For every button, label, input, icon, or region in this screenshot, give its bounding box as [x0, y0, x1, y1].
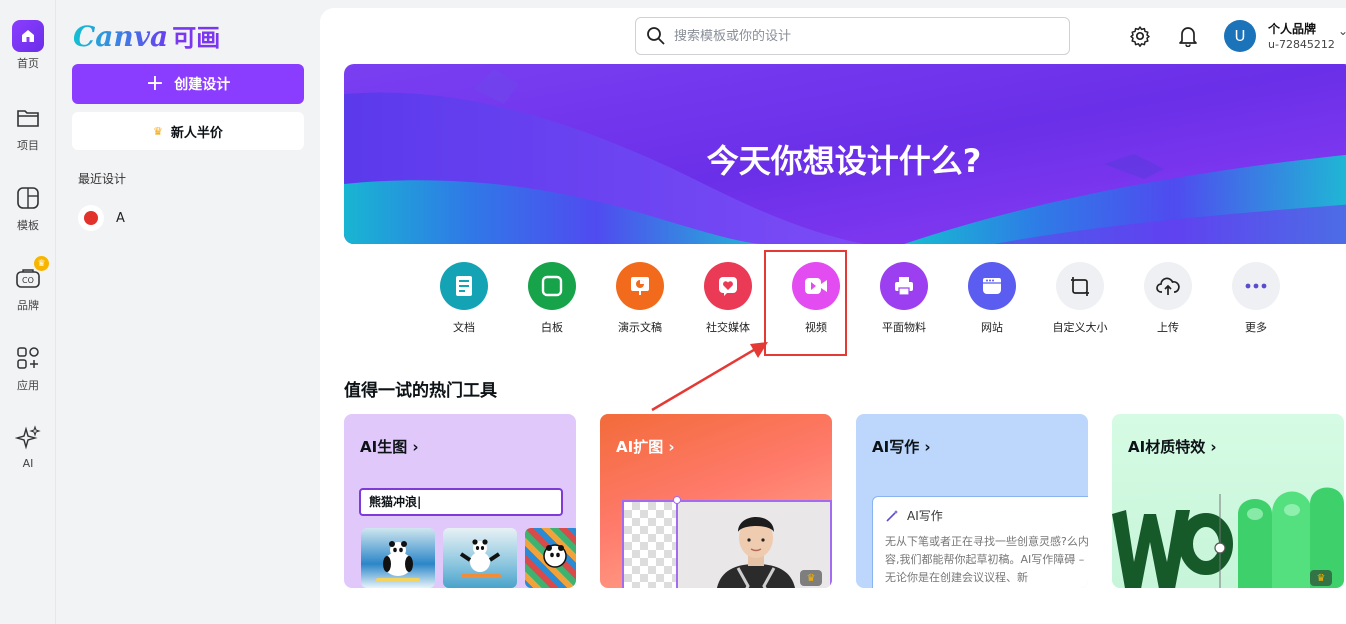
category-more[interactable]: 更多 [1212, 262, 1300, 335]
ai-writing-panel-title: AI写作 [885, 507, 943, 524]
ai-writing-panel-text: 无从下笔或者正在寻找一些创意灵感?么内容,我们都能帮你起草初稿。AI写作障碍 –… [885, 535, 1088, 584]
left-rail: 首页 项目 模板 CO ♛ 品牌 应用 AI [0, 0, 56, 624]
magic-wand-icon [886, 509, 898, 522]
rail-item-apps[interactable]: 应用 [0, 342, 56, 393]
rail-item-templates[interactable]: 模板 [0, 182, 56, 233]
panda-surf-thumbnail[interactable] [361, 528, 435, 588]
rail-label: AI [22, 457, 34, 470]
recent-design-label: A [116, 210, 125, 226]
whiteboard-icon [528, 262, 576, 310]
account-name[interactable]: 个人品牌 [1268, 20, 1316, 37]
section-title: 值得一试的热门工具 [344, 381, 497, 401]
category-social-media[interactable]: 社交媒体 [684, 262, 772, 335]
side-panel: Canva 可画 + 创建设计 ♛ 新人半价 最近设计 A [57, 0, 320, 624]
category-label: 平面物料 [882, 321, 926, 334]
svg-text:CO: CO [22, 276, 34, 285]
panda-stained-glass-thumbnail[interactable] [525, 528, 576, 588]
more-icon [1232, 262, 1280, 310]
ai-writing-panel: AI写作 无从下笔或者正在寻找一些创意灵感?么内容,我们都能帮你起草初稿。AI写… [872, 496, 1088, 588]
rail-label: 首页 [17, 57, 39, 70]
sparkle-icon [12, 422, 44, 454]
rail-item-brand[interactable]: CO ♛ 品牌 [0, 256, 56, 313]
print-icon [880, 262, 928, 310]
category-whiteboard[interactable]: 白板 [508, 262, 596, 335]
design-category-row: 文档 白板 演示文稿 社交媒体 视频 平面物料 网站 自定义大小 上传 更多 [420, 262, 1280, 342]
custom-size-icon [1056, 262, 1104, 310]
rail-label: 应用 [17, 379, 39, 392]
category-presentation[interactable]: 演示文稿 [596, 262, 684, 335]
category-custom-size[interactable]: 自定义大小 [1036, 262, 1124, 335]
search-bar[interactable] [635, 17, 1070, 55]
tool-card-ai-expand[interactable]: AI扩图 › ♛ [600, 414, 832, 588]
notification-bell-icon[interactable] [1175, 23, 1201, 49]
category-label: 自定义大小 [1052, 321, 1108, 334]
expand-canvas-area [622, 500, 676, 588]
folder-icon [12, 102, 44, 134]
website-icon [968, 262, 1016, 310]
crown-icon: ♛ [34, 256, 49, 271]
tool-card-ai-texture[interactable]: AI材质特效 › ♛ [1112, 414, 1344, 588]
recent-designs-title: 最近设计 [78, 172, 127, 186]
recent-design-item[interactable]: A [78, 205, 298, 231]
hero-banner: 今天你想设计什么? [344, 64, 1346, 244]
category-website[interactable]: 网站 [948, 262, 1036, 335]
settings-gear-icon[interactable] [1127, 23, 1153, 49]
presentation-icon [616, 262, 664, 310]
rail-label: 模板 [17, 219, 39, 232]
rail-item-ai[interactable]: AI [0, 422, 56, 470]
account-id: u-72845212 [1268, 38, 1335, 51]
annotation-arrow [651, 342, 768, 412]
rail-label: 品牌 [17, 299, 39, 312]
category-label: 文档 [453, 321, 475, 334]
search-input[interactable] [674, 28, 1054, 44]
ai-image-prompt-input[interactable]: 熊猫冲浪| [359, 488, 563, 516]
chevron-down-icon[interactable]: ⌄ [1338, 24, 1346, 38]
card-title: AI扩图 › [616, 438, 675, 456]
panda-surf-thumbnail[interactable] [443, 528, 517, 588]
category-label: 更多 [1245, 321, 1267, 334]
category-label: 网站 [981, 321, 1003, 334]
category-print[interactable]: 平面物料 [860, 262, 948, 335]
rail-item-projects[interactable]: 项目 [0, 102, 56, 153]
canva-logo[interactable]: Canva 可画 [73, 18, 220, 53]
tool-card-ai-writing[interactable]: AI写作 › AI写作 无从下笔或者正在寻找一些创意灵感?么内容,我们都能帮你起… [856, 414, 1088, 588]
rail-item-home[interactable]: 首页 [0, 20, 56, 71]
apps-icon [12, 342, 44, 374]
plus-icon: + [145, 71, 165, 96]
upload-cloud-icon [1144, 262, 1192, 310]
doc-icon [440, 262, 488, 310]
avatar[interactable]: U [1224, 20, 1256, 52]
recent-design-thumbnail [78, 205, 104, 231]
home-icon [12, 20, 44, 52]
crown-icon: ♛ [800, 570, 822, 586]
crown-icon: ♛ [153, 124, 163, 138]
category-doc[interactable]: 文档 [420, 262, 508, 335]
hero-title: 今天你想设计什么? [706, 142, 982, 180]
promo-label: 新人半价 [170, 125, 223, 141]
main-content: U 个人品牌 u-72845212 ⌄ 今天你 [320, 8, 1346, 624]
rail-label: 项目 [17, 139, 39, 152]
newbie-half-price-button[interactable]: ♛ 新人半价 [72, 112, 304, 150]
search-icon [647, 27, 665, 45]
wow-texture-graphic [1112, 487, 1344, 588]
category-upload[interactable]: 上传 [1124, 262, 1212, 335]
card-title: AI写作 › [872, 438, 931, 456]
card-title: AI生图 › [360, 438, 419, 456]
category-label: 上传 [1157, 321, 1179, 334]
category-label: 白板 [541, 321, 563, 334]
crown-icon: ♛ [1310, 570, 1332, 586]
resize-handle[interactable] [673, 496, 681, 504]
template-icon [12, 182, 44, 214]
create-design-label: 创建设计 [174, 77, 231, 93]
social-heart-icon [704, 262, 752, 310]
create-design-button[interactable]: + 创建设计 [72, 64, 304, 104]
tool-card-ai-image[interactable]: AI生图 › 熊猫冲浪| [344, 414, 576, 588]
